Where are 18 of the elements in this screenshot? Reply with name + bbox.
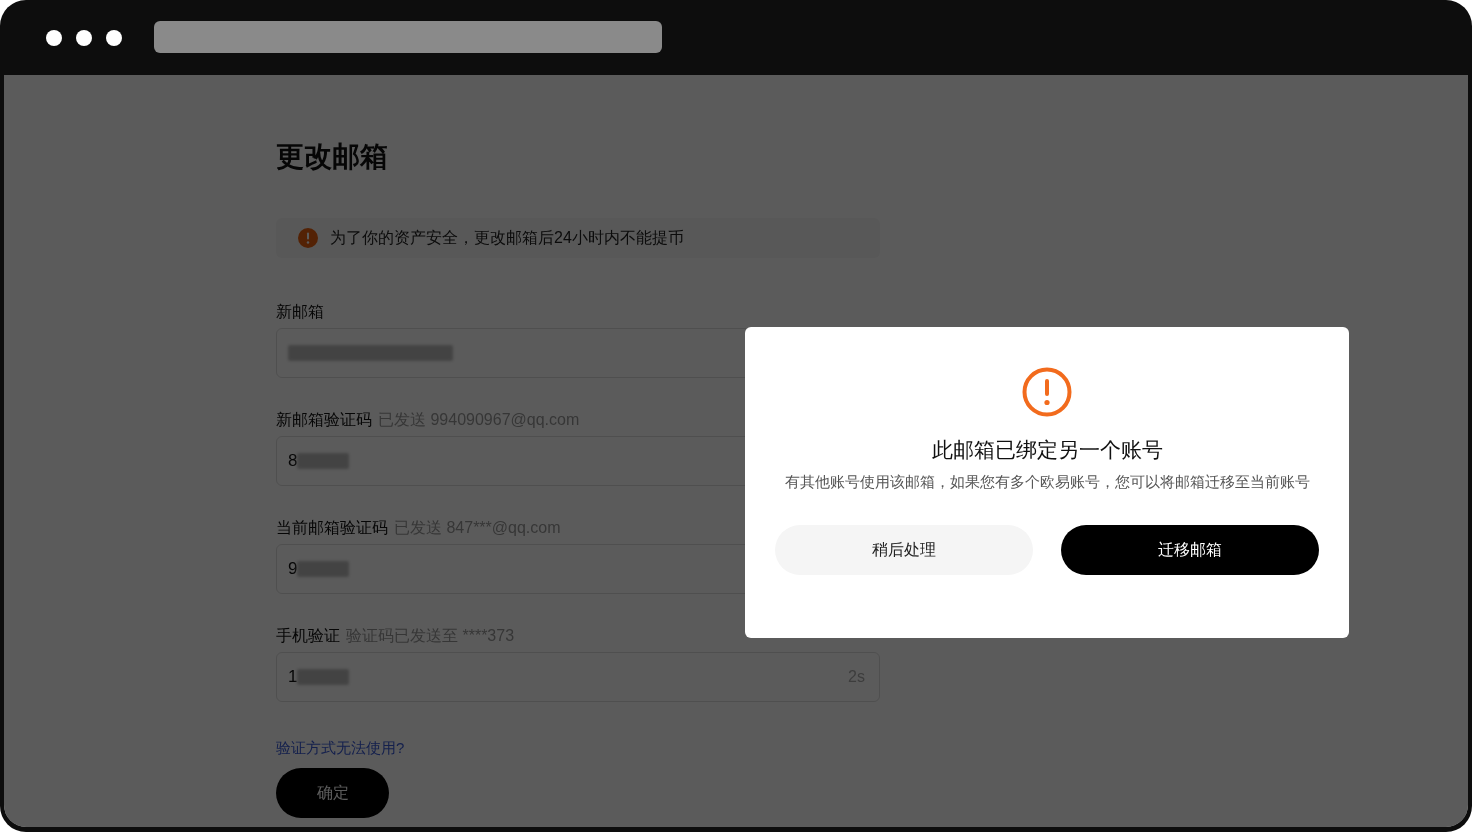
field-value: 9 [288,559,298,579]
address-bar[interactable] [154,20,662,53]
dialog-title: 此邮箱已绑定另一个账号 [931,437,1163,463]
later-button[interactable]: 稍后处理 [775,525,1033,575]
page-title: 更改邮箱 [276,140,389,174]
field-label: 当前邮箱验证码 [276,518,388,538]
field-label: 新邮箱 [276,302,324,322]
field-label: 手机验证 [276,626,340,646]
field-value: 1 [288,667,298,687]
field-label: 新邮箱验证码 [276,410,372,430]
warning-icon [1022,367,1072,417]
migrate-email-button[interactable]: 迁移邮箱 [1061,525,1319,575]
field-value: 8 [288,451,298,471]
warning-icon [298,228,318,248]
notice-text: 为了你的资产安全，更改邮箱后24小时内不能提币 [330,227,684,248]
help-link[interactable]: 验证方式无法使用? [276,738,405,758]
window-controls-icon [46,29,122,46]
confirm-button[interactable]: 确定 [276,768,389,818]
